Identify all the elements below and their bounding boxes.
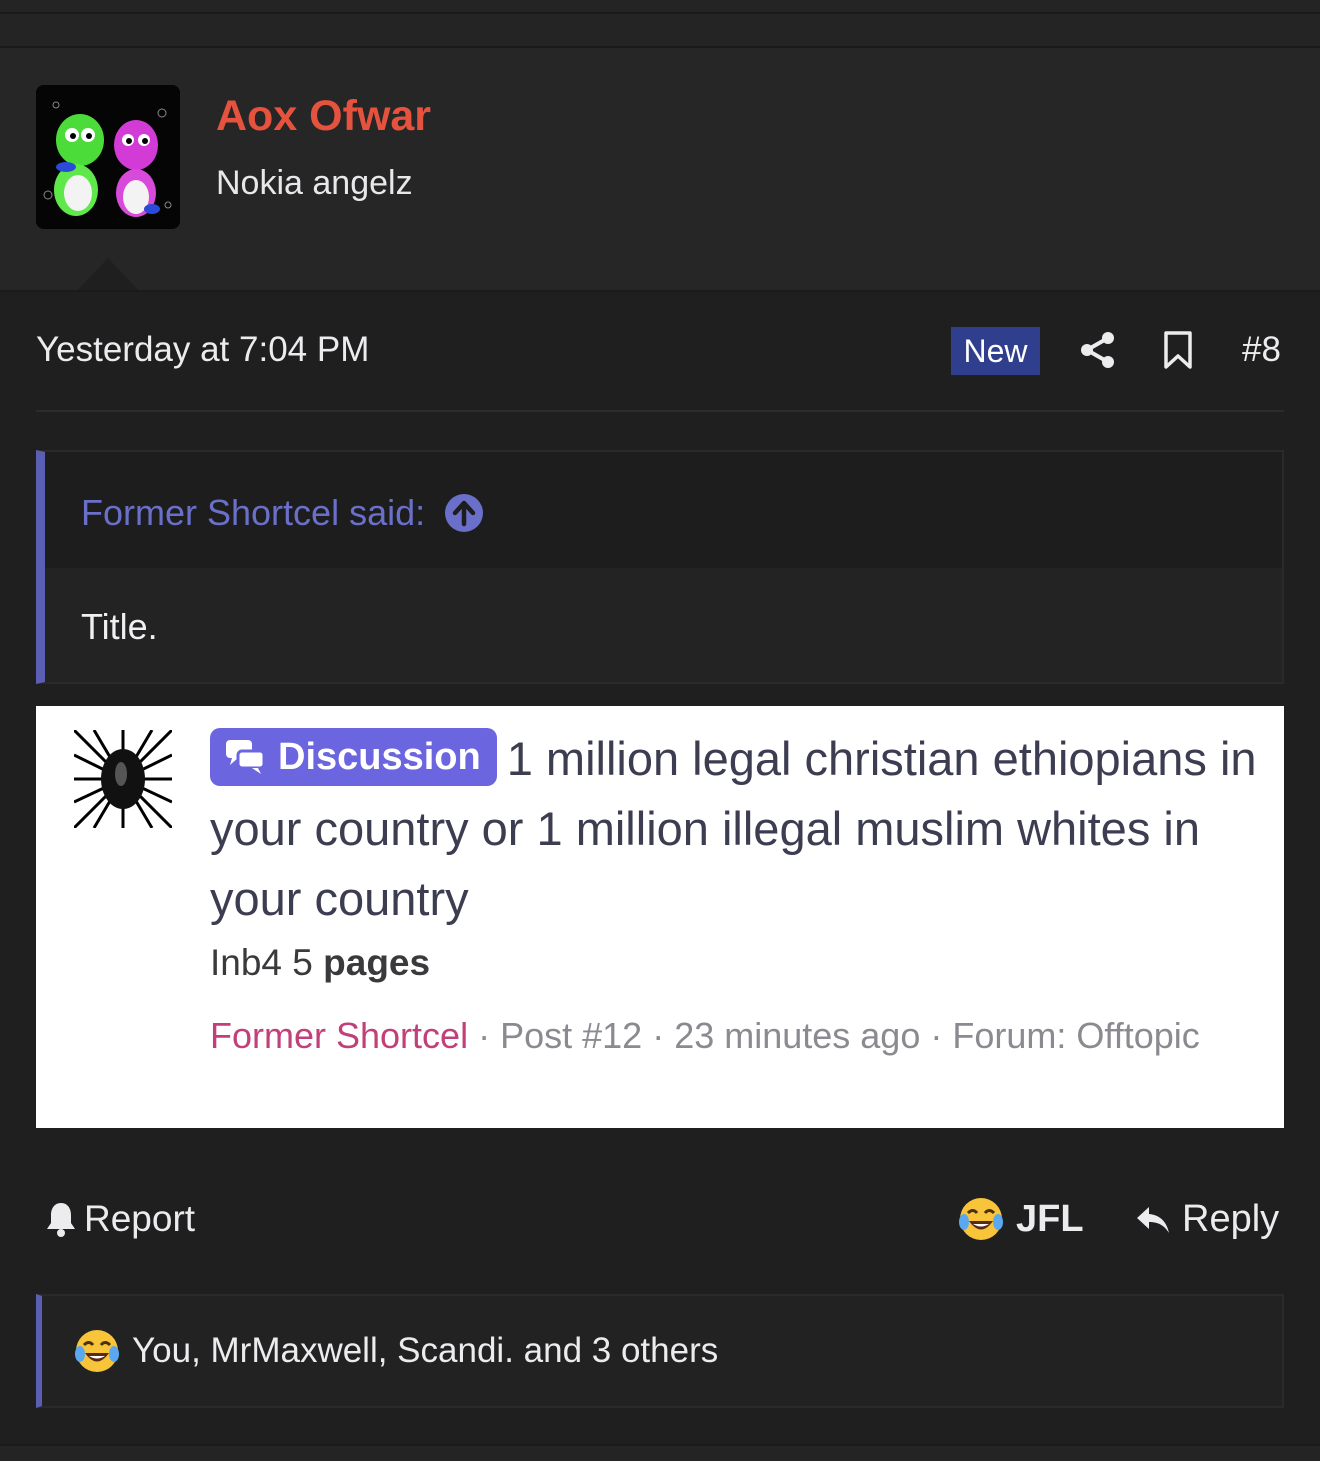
embed-meta: Former Shortcel · Post #12 · 23 minutes …	[210, 1008, 1260, 1064]
banner-pointer	[78, 258, 138, 290]
post-number-link[interactable]: #8	[1242, 330, 1281, 370]
report-label[interactable]: Report	[84, 1198, 195, 1240]
user-title: Nokia angelz	[216, 164, 413, 202]
embed-author-link[interactable]: Former Shortcel	[210, 1015, 468, 1056]
username[interactable]: Aox Ofwar	[216, 92, 431, 141]
meta-separator: ·	[920, 1015, 953, 1056]
quote-header: Former Shortcel said:	[45, 452, 1282, 570]
user-banner	[0, 48, 1320, 292]
discussion-icon	[226, 739, 266, 774]
avatar-image	[36, 85, 180, 229]
arrow-up-icon[interactable]	[445, 494, 484, 532]
embed-forum[interactable]: Forum: Offtopic	[952, 1015, 1199, 1056]
crying-laughing-emoji-icon	[75, 1330, 119, 1372]
bottom-bar	[0, 1446, 1320, 1461]
user-avatar[interactable]	[36, 85, 180, 229]
report-button[interactable]: Report	[44, 1198, 195, 1240]
embed-post-ref[interactable]: Post #12	[500, 1015, 642, 1056]
reactions-summary[interactable]: You, MrMaxwell, Scandi. and 3 others	[74, 1328, 718, 1374]
embed-time: 23 minutes ago	[674, 1015, 921, 1056]
quote-body: Title.	[45, 568, 1282, 682]
quote-text: Title.	[81, 606, 158, 647]
thread-embed-card[interactable]: Discussion 1 million legal christian ethi…	[36, 706, 1284, 1128]
quote-block: Former Shortcel said: Title.	[36, 450, 1284, 684]
top-bar	[0, 0, 1320, 48]
embed-snippet: Inb4 5 pages	[210, 942, 430, 984]
meta-separator: ·	[468, 1015, 501, 1056]
bell-icon	[47, 1203, 75, 1237]
embed-thread-title[interactable]: Discussion 1 million legal christian ethi…	[210, 724, 1270, 934]
discussion-prefix-label: Discussion	[278, 735, 481, 778]
quote-attribution-text[interactable]: Former Shortcel said:	[81, 492, 425, 534]
new-badge: New	[951, 327, 1040, 375]
reply-button[interactable]: Reply	[1134, 1198, 1279, 1241]
reply-arrow-icon	[1137, 1206, 1169, 1233]
crying-laughing-emoji-icon	[959, 1198, 1003, 1240]
bookmark-icon[interactable]	[1163, 330, 1193, 370]
reaction-label[interactable]: JFL	[1016, 1198, 1084, 1241]
reply-label[interactable]: Reply	[1182, 1198, 1279, 1241]
discussion-prefix-badge[interactable]: Discussion	[210, 727, 497, 786]
meta-separator: ·	[642, 1015, 675, 1056]
quote-attribution[interactable]: Former Shortcel said:	[81, 492, 484, 534]
reactions-bar[interactable]: You, MrMaxwell, Scandi. and 3 others	[36, 1294, 1284, 1408]
embed-snippet-bold: pages	[323, 942, 431, 983]
post-divider	[36, 410, 1284, 412]
embed-author-avatar[interactable]	[74, 730, 172, 828]
post-timestamp[interactable]: Yesterday at 7:04 PM	[36, 330, 369, 370]
reaction-button[interactable]: JFL	[958, 1196, 1084, 1242]
reactions-summary-text[interactable]: You, MrMaxwell, Scandi. and 3 others	[132, 1331, 718, 1371]
share-icon[interactable]	[1078, 330, 1118, 370]
embed-snippet-text: Inb4 5	[210, 942, 324, 983]
